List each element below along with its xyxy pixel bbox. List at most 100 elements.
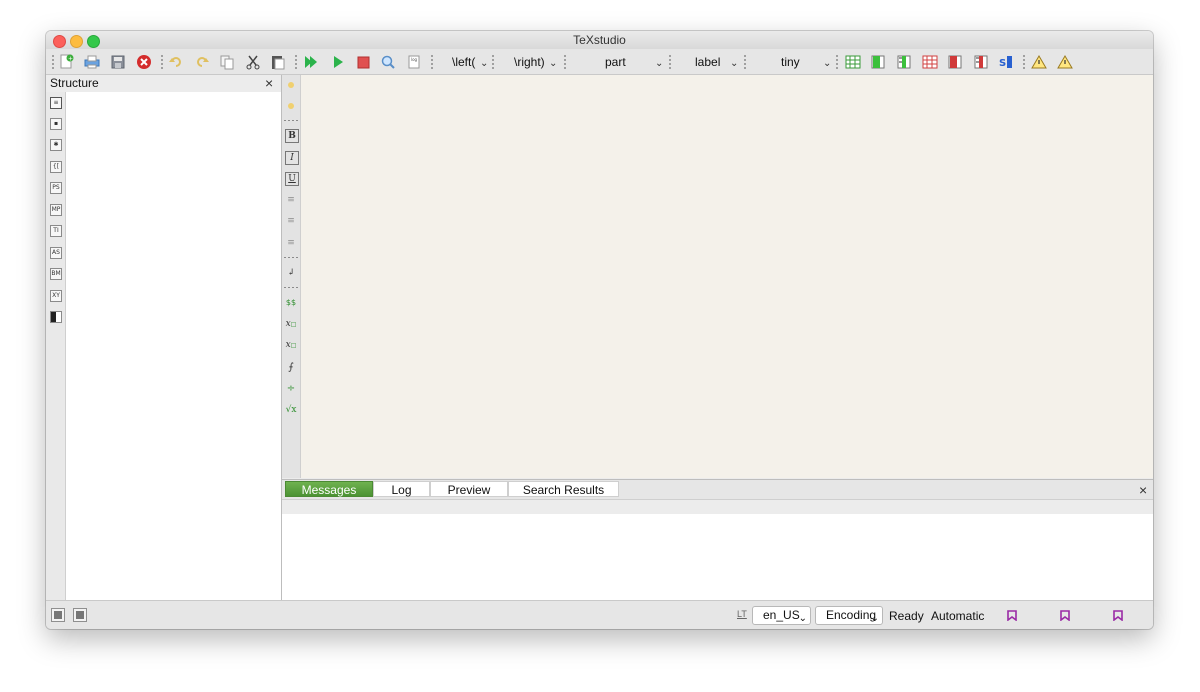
chevron-down-icon: ⌄ [870,613,879,624]
ti-icon[interactable]: TI [50,225,62,237]
bookmark-marker-icon[interactable] [1060,610,1070,621]
structure-icon[interactable]: ≡ [50,97,62,109]
add-column-icon[interactable] [869,53,887,71]
chevron-down-icon: ⌄ [480,58,489,69]
bookmark-marker-icon[interactable] [1007,610,1017,621]
subscript-icon[interactable]: x □ [285,318,297,330]
underline-icon[interactable]: U [285,172,299,186]
vertical-separator [284,257,298,258]
save-icon[interactable] [109,53,127,71]
chevron-down-icon: ⌄ [730,58,739,69]
star-icon[interactable] [285,79,297,91]
svg-text:S: S [999,58,1006,69]
toolbar-separator [492,55,494,69]
insert-column-icon[interactable] [895,53,913,71]
as-icon[interactable]: AS [50,247,62,259]
align-left-icon[interactable]: ≡ [285,194,297,206]
inline-fraction-icon[interactable]: ⨍ [285,361,297,373]
zoom-window-button[interactable] [87,35,100,48]
structure-side-toolbar: ≡ ▪ ✱ {[ PS MP TI AS BM XY [46,92,66,600]
undo-icon[interactable] [167,53,185,71]
mp-icon[interactable]: MP [50,204,62,216]
close-document-icon[interactable] [135,53,153,71]
tab-search-results[interactable]: Search Results [508,481,619,497]
right-delimiter-combo[interactable]: \right) ⌄ [512,54,558,71]
stop-icon[interactable] [354,53,372,71]
star-alt-icon[interactable] [285,100,297,112]
left-delimiter-label: \left( [452,55,476,69]
fraction-icon[interactable]: ÷ [285,382,297,394]
italic-icon[interactable]: I [285,151,299,165]
encoding-select[interactable]: Encoding ⌄ [815,606,883,625]
toolbar-separator [431,55,433,69]
checker-icon[interactable] [50,311,62,323]
remove-row-icon[interactable] [921,53,939,71]
bookmark-icon[interactable]: ▪ [50,118,62,130]
left-delimiter-combo[interactable]: \left( ⌄ [450,54,490,71]
build-and-view-icon[interactable] [302,53,320,71]
language-select[interactable]: en_US ⌄ [752,606,811,625]
languagetool-indicator[interactable]: LT [737,609,747,619]
latex-vertical-toolbar: B I U ≡ ≡ ≡ ↲ $$ x □ x □ ⨍ ÷ √x [282,75,301,478]
remove-column-icon[interactable] [946,53,964,71]
align-columns-icon[interactable]: S [997,53,1015,71]
window-title: TeXstudio [573,33,626,47]
references-label: label [695,55,721,69]
close-icon[interactable]: × [265,75,273,91]
mode-text[interactable]: Automatic [931,609,984,623]
toolbar-separator [836,55,838,69]
inline-math-icon[interactable]: $$ [285,296,297,308]
chevron-down-icon: ⌄ [798,613,807,624]
view-icon[interactable] [379,53,397,71]
toggle-messages-button[interactable] [73,608,87,622]
view-log-icon[interactable]: log [405,53,423,71]
chevron-down-icon: ⌄ [823,58,832,69]
paste-icon[interactable] [269,53,287,71]
xy-icon[interactable]: XY [50,290,62,302]
bottom-tabbar: Messages Log Preview Search Results × [282,480,1153,500]
newline-icon[interactable]: ↲ [285,267,297,279]
warning-next-icon[interactable] [1056,53,1074,71]
encoding-value: Encoding [826,608,877,622]
copy-icon[interactable] [218,53,236,71]
minimize-window-button[interactable] [70,35,83,48]
align-center-icon[interactable]: ≡ [285,215,297,227]
align-right-icon[interactable]: ≡ [285,237,297,249]
print-icon[interactable] [83,53,101,71]
bookmark-marker-icon[interactable] [1113,610,1123,621]
toggle-structure-button[interactable] [51,608,65,622]
toolbar-separator [1023,55,1025,69]
cut-icon[interactable] [244,53,262,71]
references-combo[interactable]: label ⌄ [695,54,740,71]
messages-header [282,500,1153,514]
warning-icon[interactable] [1030,53,1048,71]
title-bar: TeXstudio [46,31,1153,49]
add-row-icon[interactable] [844,53,862,71]
structure-tree[interactable] [66,92,281,600]
font-size-label: tiny [781,55,800,69]
brace-icon[interactable]: {[ [50,161,62,173]
square-root-icon[interactable]: √x [285,404,297,416]
asterisk-icon[interactable]: ✱ [50,139,62,151]
tab-log[interactable]: Log [373,481,430,497]
chevron-down-icon: ⌄ [655,58,664,69]
bold-icon[interactable]: B [285,129,299,143]
ps-icon[interactable]: PS [50,182,62,194]
superscript-icon[interactable]: x □ [285,339,297,351]
delete-column-icon[interactable] [972,53,990,71]
font-size-combo[interactable]: tiny ⌄ [781,54,833,71]
right-delimiter-label: \right) [514,55,545,69]
toolbar-separator [295,55,297,69]
sectioning-combo[interactable]: part ⌄ [605,54,665,71]
tab-preview[interactable]: Preview [430,481,508,497]
compile-icon[interactable] [329,53,347,71]
redo-icon[interactable] [193,53,211,71]
tab-messages[interactable]: Messages [285,481,373,497]
editor-area[interactable] [301,75,1153,478]
new-file-icon[interactable]: + [58,53,76,71]
close-icon[interactable]: × [1139,482,1147,498]
close-window-button[interactable] [53,35,66,48]
svg-text:log: log [411,57,418,62]
bm-icon[interactable]: BM [50,268,62,280]
main-toolbar: + log \left(⌄ \right) ⌄ part ⌄ label ⌄ … [46,49,1153,75]
